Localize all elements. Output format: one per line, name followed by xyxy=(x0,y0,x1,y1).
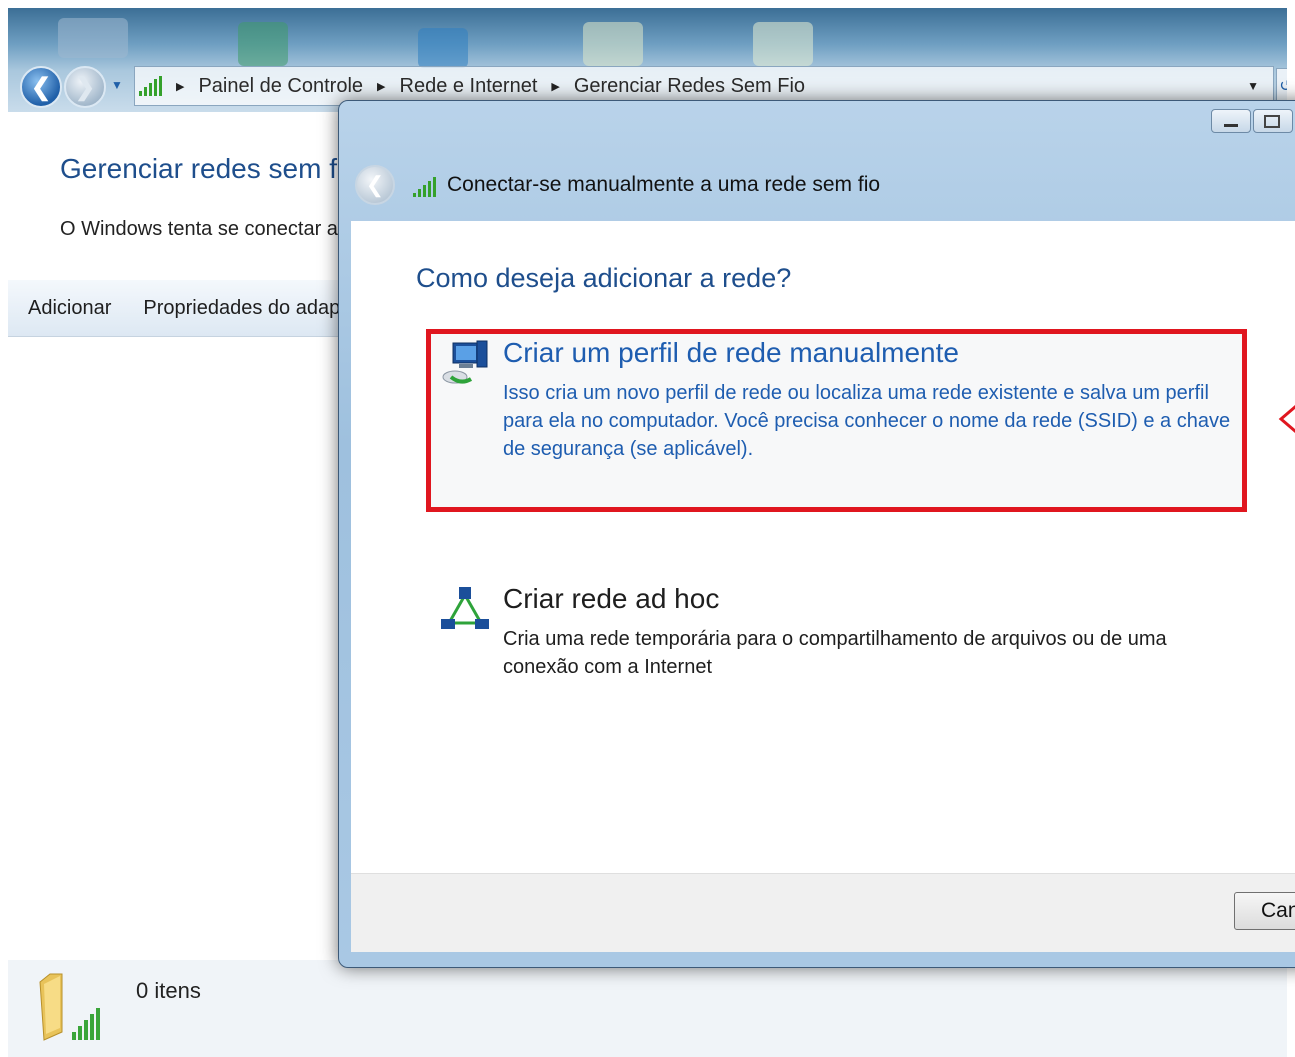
explorer-status-bar: 0 itens xyxy=(8,960,1287,1057)
explorer-address-bar: ❮ ❯ ▼ ▶ Painel de Controle ▶ Rede e Inte… xyxy=(8,8,1287,112)
recent-pages-dropdown-icon[interactable]: ▼ xyxy=(111,78,123,92)
dialog-back-button[interactable]: ❮ xyxy=(355,165,395,205)
dialog-content: Como deseja adicionar a rede? Criar um p… xyxy=(351,221,1295,873)
wireless-folder-icon xyxy=(39,973,100,1041)
back-button[interactable]: ❮ xyxy=(20,66,62,108)
option-title[interactable]: Criar um perfil de rede manualmente xyxy=(503,337,959,369)
breadcrumb-separator-icon: ▶ xyxy=(377,80,386,93)
option-description: Isso cria um novo perfil de rede ou loca… xyxy=(503,382,1231,460)
breadcrumb-separator-icon: ▶ xyxy=(176,80,185,93)
wireless-signal-icon xyxy=(413,175,436,197)
breadcrumb-item[interactable]: Painel de Controle xyxy=(198,75,363,98)
dialog-question: Como deseja adicionar a rede? xyxy=(416,263,792,293)
item-count: 0 itens xyxy=(136,978,201,1003)
minimize-icon xyxy=(1224,123,1238,127)
cancel-button[interactable]: Cancelar xyxy=(1234,892,1295,930)
network-computer-icon xyxy=(442,340,488,384)
dialog-footer: Cancelar xyxy=(351,873,1295,952)
breadcrumb-separator-icon: ▶ xyxy=(551,80,560,93)
maximize-button[interactable] xyxy=(1253,109,1293,133)
dialog-title: Conectar-se manualmente a uma rede sem f… xyxy=(447,173,881,196)
explorer-toolbar: Adicionar Propriedades do adap xyxy=(8,280,348,337)
refresh-icon[interactable]: ↺ xyxy=(1276,68,1287,104)
page-title: Gerenciar redes sem fio xyxy=(60,153,359,184)
breadcrumb-item[interactable]: Gerenciar Redes Sem Fio xyxy=(574,75,805,98)
forward-button[interactable]: ❯ xyxy=(64,66,106,108)
breadcrumb-item[interactable]: Rede e Internet xyxy=(400,75,538,98)
page-description: O Windows tenta se conectar a xyxy=(60,218,338,240)
pointer-arrow-icon xyxy=(1278,405,1295,433)
option-description: Cria uma rede temporária para o comparti… xyxy=(503,628,1167,678)
adapter-properties-button[interactable]: Propriedades do adap xyxy=(143,297,340,320)
adhoc-network-icon xyxy=(441,587,489,629)
maximize-icon xyxy=(1264,115,1280,128)
connect-manually-dialog: ❮ Conectar-se manualmente a uma rede sem… xyxy=(338,100,1295,968)
add-button[interactable]: Adicionar xyxy=(28,297,111,320)
address-dropdown-icon[interactable]: ▼ xyxy=(1247,79,1259,93)
option-title[interactable]: Criar rede ad hoc xyxy=(503,583,719,615)
network-signal-icon xyxy=(139,76,162,96)
minimize-button[interactable] xyxy=(1211,109,1251,133)
